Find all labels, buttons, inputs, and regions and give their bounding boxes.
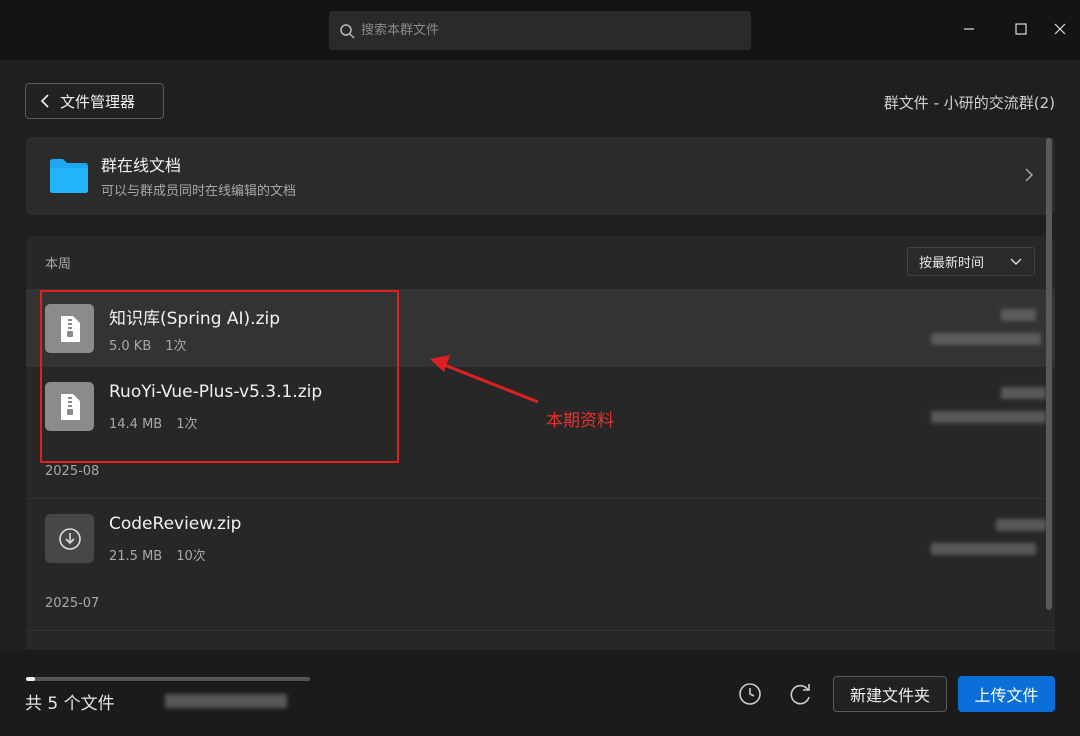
search-input[interactable] <box>361 23 741 38</box>
redacted-date <box>931 543 1036 555</box>
file-name: CodeReview.zip <box>109 514 242 534</box>
chevron-down-icon <box>1010 258 1022 265</box>
scrollbar[interactable] <box>1046 138 1052 610</box>
section-label-2025-07: 2025-07 <box>45 596 100 611</box>
maximize-icon <box>1015 23 1027 35</box>
redacted-uploader <box>1001 309 1036 321</box>
download-icon <box>45 514 94 563</box>
refresh-icon[interactable] <box>786 680 814 708</box>
annotation-text: 本期资料 <box>546 411 614 431</box>
redacted-uploader <box>996 519 1046 531</box>
title-bar <box>0 0 1080 60</box>
sort-dropdown[interactable]: 按最新时间 <box>907 247 1035 276</box>
close-button[interactable] <box>1049 18 1071 40</box>
file-row[interactable]: CodeReview.zip 21.5 MB 10次 <box>26 499 1055 577</box>
folder-icon <box>50 159 88 193</box>
online-doc-title: 群在线文档 <box>101 156 182 175</box>
redacted-uploader <box>1001 387 1046 399</box>
search-icon <box>340 23 355 39</box>
redacted-date <box>931 411 1046 423</box>
file-count: 共 5 个文件 <box>25 694 115 714</box>
minimize-icon <box>964 28 974 30</box>
new-folder-button[interactable]: 新建文件夹 <box>833 676 947 712</box>
search-box[interactable] <box>329 11 751 50</box>
sort-label: 按最新时间 <box>919 256 985 271</box>
divider <box>26 630 1055 631</box>
section-label-this-week: 本周 <box>45 257 72 272</box>
file-size: 21.5 MB <box>109 549 163 564</box>
file-meta: 21.5 MB 10次 <box>109 545 206 564</box>
file-downloads: 10次 <box>176 549 206 564</box>
redacted-date <box>931 333 1041 345</box>
redacted-storage-info <box>165 694 287 708</box>
chevron-left-icon <box>40 94 49 108</box>
back-button-label: 文件管理器 <box>60 92 136 111</box>
online-doc-card[interactable]: 群在线文档 可以与群成员同时在线编辑的文档 <box>26 137 1055 215</box>
upload-file-button[interactable]: 上传文件 <box>958 676 1055 712</box>
annotation-box <box>40 290 399 463</box>
history-icon[interactable] <box>736 680 764 708</box>
close-icon <box>1054 23 1066 35</box>
annotation-arrow-icon <box>430 355 539 404</box>
maximize-button[interactable] <box>1010 18 1032 40</box>
section-label-2025-08: 2025-08 <box>45 464 100 479</box>
storage-progress-bar <box>26 677 310 681</box>
storage-progress-fill <box>26 677 35 681</box>
chevron-right-icon <box>1025 168 1033 182</box>
minimize-button[interactable] <box>958 18 980 40</box>
group-title: 群文件 - 小研的交流群(2) <box>883 94 1055 112</box>
back-to-file-manager-button[interactable]: 文件管理器 <box>25 83 164 119</box>
online-doc-subtitle: 可以与群成员同时在线编辑的文档 <box>101 184 297 199</box>
